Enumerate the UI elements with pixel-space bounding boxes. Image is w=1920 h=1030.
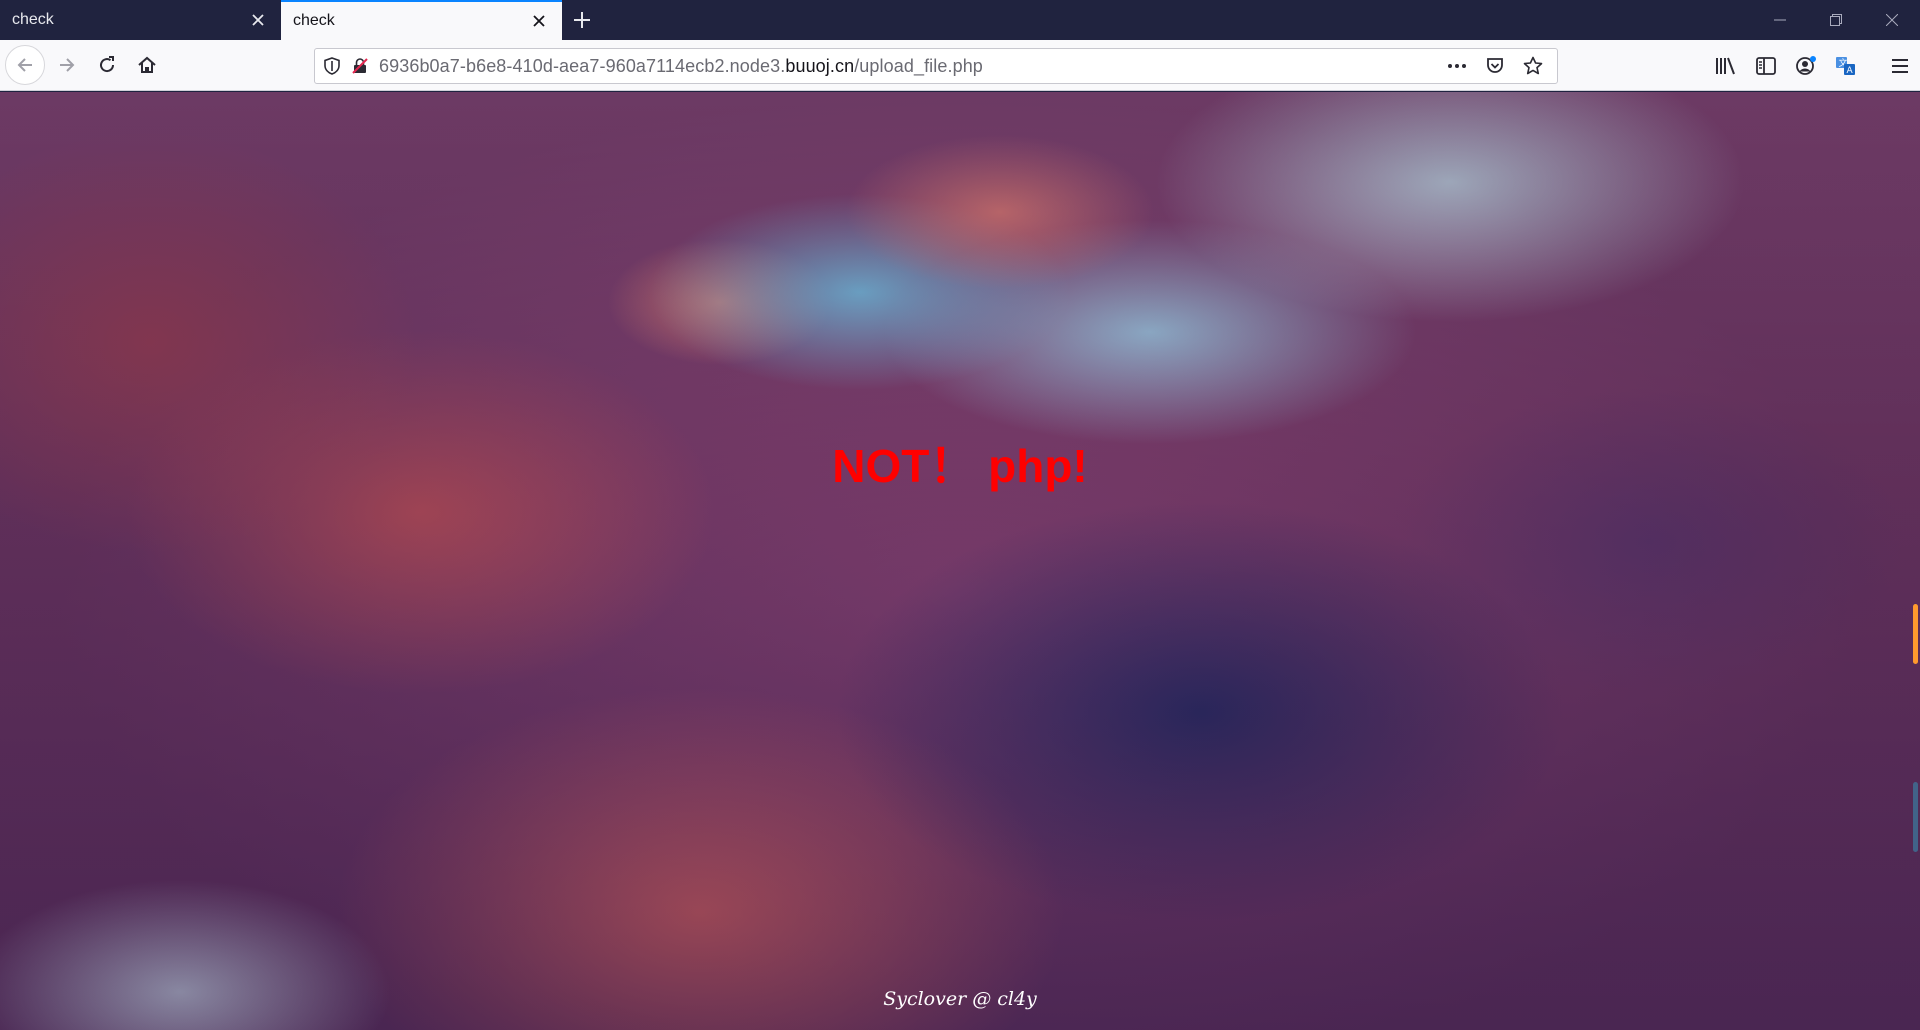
reload-icon [100, 56, 115, 73]
restore-button[interactable] [1808, 0, 1864, 40]
tracking-shield-icon[interactable] [323, 57, 341, 75]
scroll-indicator-lower [1913, 782, 1918, 852]
page-content: NOT！ php! Syclover @ cl4y [0, 92, 1920, 1030]
scroll-indicator-upper [1913, 604, 1918, 664]
hamburger-menu-icon [1892, 59, 1908, 73]
pocket-button[interactable] [1479, 50, 1511, 82]
close-icon [1886, 14, 1898, 26]
url-domain: buuoj.cn [785, 55, 855, 76]
back-button[interactable] [5, 45, 45, 85]
menu-button[interactable] [1880, 46, 1920, 86]
translate-button[interactable]: 文A [1826, 46, 1866, 86]
new-tab-button[interactable] [562, 0, 602, 40]
forward-button[interactable] [47, 45, 87, 85]
account-icon [1796, 56, 1816, 75]
home-icon [138, 56, 156, 73]
arrow-left-icon [17, 58, 32, 72]
close-window-button[interactable] [1864, 0, 1920, 40]
tab-check-2[interactable]: check [281, 0, 562, 40]
library-icon [1716, 57, 1735, 75]
reload-button[interactable] [87, 45, 127, 85]
close-icon[interactable] [247, 9, 269, 31]
library-button[interactable] [1706, 46, 1746, 86]
footer-credit: Syclover @ cl4y [883, 988, 1037, 1010]
sidebar-button[interactable] [1746, 46, 1786, 86]
svg-text:A: A [1847, 66, 1854, 76]
close-icon[interactable] [528, 10, 550, 32]
tab-check-1[interactable]: check [0, 0, 281, 40]
minimize-button[interactable] [1752, 0, 1808, 40]
url-bar[interactable]: 6936b0a7-b6e8-410d-aea7-960a7114ecb2.nod… [314, 48, 1558, 84]
translate-icon: 文A [1836, 57, 1855, 76]
error-message: NOT！ php! [832, 440, 1088, 492]
star-icon [1523, 56, 1543, 75]
url-prefix: 6936b0a7-b6e8-410d-aea7-960a7114ecb2.nod… [379, 55, 786, 76]
navigation-bar: 6936b0a7-b6e8-410d-aea7-960a7114ecb2.nod… [0, 40, 1920, 91]
tab-strip: check check [0, 0, 1920, 40]
more-icon [1448, 64, 1466, 68]
sidebar-icon [1756, 57, 1776, 75]
account-button[interactable] [1786, 46, 1826, 86]
arrow-right-icon [60, 58, 75, 72]
bookmark-star-button[interactable] [1517, 50, 1549, 82]
page-actions-button[interactable] [1441, 50, 1473, 82]
url-path: /upload_file.php [854, 55, 983, 76]
insecure-lock-icon[interactable] [351, 57, 369, 75]
pocket-icon [1487, 58, 1503, 73]
tab-title: check [12, 11, 54, 28]
url-text[interactable]: 6936b0a7-b6e8-410d-aea7-960a7114ecb2.nod… [379, 56, 1441, 77]
minimize-icon [1774, 19, 1786, 21]
window-controls [1752, 0, 1920, 40]
plus-icon [574, 12, 590, 28]
tab-title: check [293, 12, 335, 29]
restore-icon [1830, 14, 1842, 26]
home-button[interactable] [127, 45, 167, 85]
